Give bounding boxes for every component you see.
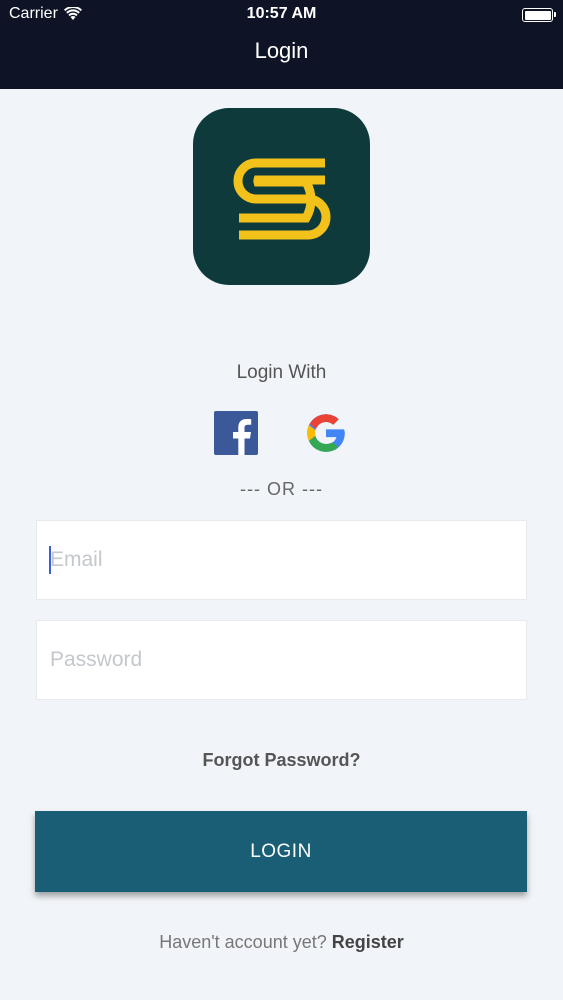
text-caret bbox=[49, 546, 51, 574]
login-with-heading: Login With bbox=[236, 362, 327, 383]
page-title: Login bbox=[254, 38, 309, 63]
facebook-icon bbox=[214, 411, 258, 455]
google-icon bbox=[307, 414, 345, 452]
status-time: 10:57 AM bbox=[246, 5, 317, 22]
register-prompt: Haven't account yet? Register bbox=[0, 932, 563, 953]
register-link[interactable]: Register bbox=[332, 932, 404, 952]
facebook-login-button[interactable] bbox=[213, 410, 259, 456]
email-field[interactable] bbox=[36, 520, 527, 600]
password-field[interactable] bbox=[36, 620, 527, 700]
google-login-button[interactable] bbox=[303, 410, 349, 456]
or-separator: --- OR --- bbox=[240, 479, 323, 499]
battery-icon bbox=[522, 8, 556, 22]
app-logo bbox=[193, 108, 370, 285]
top-bar: Carrier 10:57 AM Login bbox=[0, 0, 563, 89]
forgot-password-link[interactable]: Forgot Password? bbox=[0, 750, 563, 771]
s-brand-logo-icon bbox=[233, 158, 330, 239]
register-prompt-text: Haven't account yet? bbox=[159, 932, 327, 952]
status-bar: Carrier 10:57 AM bbox=[0, 0, 563, 30]
login-button[interactable]: LOGIN bbox=[35, 811, 527, 892]
